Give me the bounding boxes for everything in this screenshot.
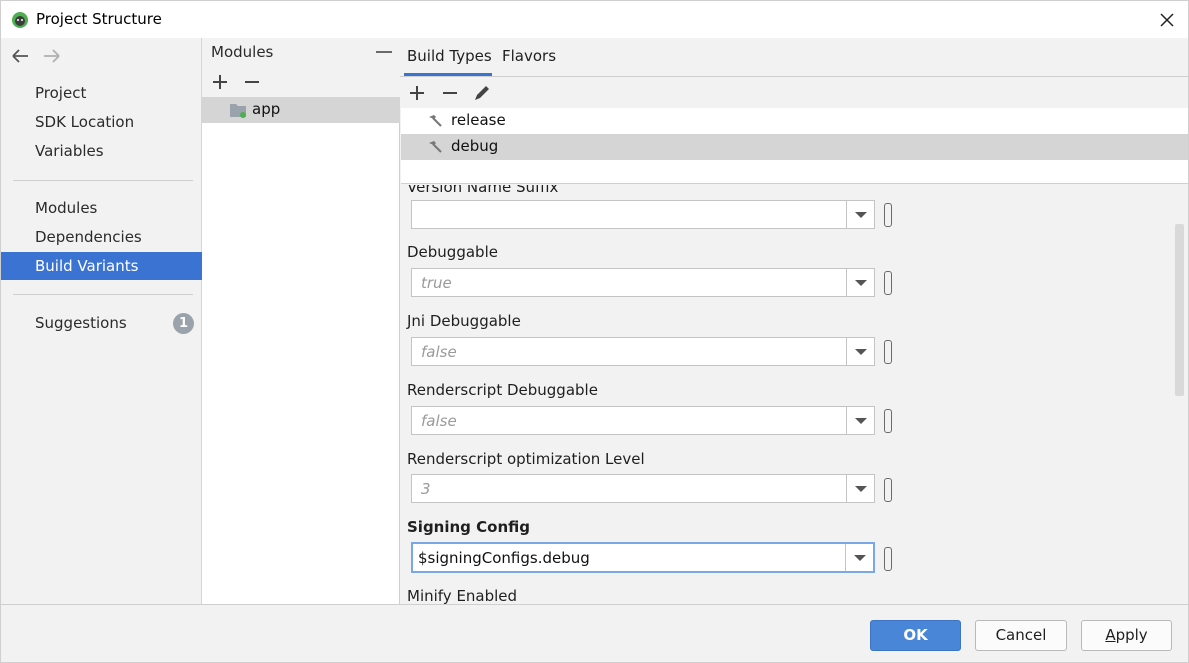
field-label-debuggable: Debuggable — [407, 243, 498, 261]
jni-debuggable-combo[interactable]: false — [411, 337, 875, 366]
remove-icon[interactable] — [241, 71, 263, 93]
field-label-renderscript-debuggable: Renderscript Debuggable — [407, 381, 598, 399]
debuggable-combo[interactable]: true — [411, 268, 875, 297]
dropdown-arrow-icon[interactable] — [845, 544, 873, 571]
suggestions-count-badge: 1 — [173, 313, 194, 334]
hammer-icon — [429, 115, 442, 127]
properties-scrollbar[interactable] — [1175, 224, 1184, 396]
dropdown-arrow-icon[interactable] — [846, 407, 874, 434]
android-studio-icon — [12, 12, 28, 28]
add-icon[interactable] — [406, 82, 428, 104]
build-type-properties: Version Name Suffix Debuggable true Jni … — [401, 185, 1174, 604]
build-type-label: debug — [451, 137, 499, 155]
variable-ref-button[interactable] — [884, 340, 892, 364]
window-title: Project Structure — [36, 10, 162, 28]
settings-nav: Project SDK Location Variables Modules D… — [0, 38, 202, 604]
field-label-jni-debuggable: Jni Debuggable — [407, 312, 521, 330]
hammer-icon — [429, 141, 442, 153]
signing-config-combo[interactable]: $signingConfigs.debug — [411, 542, 875, 573]
modules-toolbar — [202, 67, 400, 97]
dropdown-arrow-icon[interactable] — [846, 201, 874, 228]
nav-item-suggestions[interactable]: Suggestions 1 — [1, 309, 202, 337]
renderscript-optimization-level-combo[interactable]: 3 — [411, 474, 875, 503]
field-label-minify-enabled: Minify Enabled — [407, 587, 518, 604]
variable-ref-button[interactable] — [884, 478, 892, 502]
variable-ref-button[interactable] — [884, 271, 892, 295]
build-type-debug[interactable]: debug — [401, 134, 1188, 160]
apply-button[interactable]: Apply — [1081, 620, 1172, 651]
build-types-list: release debug — [401, 108, 1188, 184]
nav-item-build-variants[interactable]: Build Variants — [1, 252, 202, 280]
edit-pencil-icon[interactable] — [471, 82, 493, 104]
variable-ref-button[interactable] — [884, 409, 892, 433]
cancel-button[interactable]: Cancel — [975, 620, 1067, 651]
add-icon[interactable] — [209, 71, 231, 93]
combo-value: false — [421, 343, 457, 361]
apply-mnemonic: A — [1105, 626, 1116, 644]
dropdown-arrow-icon[interactable] — [846, 475, 874, 502]
back-arrow-icon[interactable] — [9, 46, 31, 66]
nav-item-modules[interactable]: Modules — [1, 194, 202, 222]
nav-item-sdk-location[interactable]: SDK Location — [1, 108, 202, 136]
remove-icon[interactable] — [439, 82, 461, 104]
dropdown-arrow-icon[interactable] — [846, 269, 874, 296]
version-name-suffix-combo[interactable] — [411, 200, 875, 229]
dialog-footer: OK Cancel Apply — [0, 604, 1189, 663]
variable-ref-button[interactable] — [884, 547, 892, 571]
nav-divider — [13, 294, 193, 295]
field-label-signing-config: Signing Config — [407, 518, 530, 536]
nav-item-dependencies[interactable]: Dependencies — [1, 223, 202, 251]
nav-divider — [13, 180, 193, 181]
modules-title: Modules — [211, 43, 274, 61]
close-icon[interactable] — [1154, 7, 1180, 33]
build-types-panel: Build Types Flavors release debug Versio… — [400, 38, 1189, 604]
field-label-version-name-suffix: Version Name Suffix — [407, 185, 559, 196]
nav-item-project[interactable]: Project — [1, 79, 202, 107]
combo-value: $signingConfigs.debug — [418, 549, 590, 567]
renderscript-debuggable-combo[interactable]: false — [411, 406, 875, 435]
active-tab-indicator — [404, 73, 492, 76]
build-type-release[interactable]: release — [401, 108, 1188, 134]
module-label: app — [252, 100, 281, 118]
module-item-app[interactable]: app — [202, 97, 400, 123]
build-type-label: release — [451, 111, 506, 129]
field-label-renderscript-optimization-level: Renderscript optimization Level — [407, 450, 645, 468]
tab-bar: Build Types Flavors — [400, 38, 1188, 77]
history-nav — [9, 46, 69, 66]
combo-value: false — [421, 412, 457, 430]
modules-header: Modules — [202, 38, 400, 67]
tab-build-types[interactable]: Build Types — [407, 47, 492, 65]
ok-button[interactable]: OK — [870, 620, 961, 651]
variable-ref-button[interactable] — [884, 203, 892, 227]
combo-value: 3 — [421, 480, 431, 498]
tab-flavors[interactable]: Flavors — [502, 47, 556, 65]
modules-panel: Modules app — [202, 38, 400, 604]
forward-arrow-icon[interactable] — [41, 46, 63, 66]
collapse-icon[interactable] — [376, 51, 392, 53]
build-types-toolbar — [400, 78, 1188, 108]
nav-item-variables[interactable]: Variables — [1, 137, 202, 165]
nav-item-suggestions-label: Suggestions — [35, 314, 127, 332]
combo-value: true — [421, 274, 452, 292]
title-bar: Project Structure — [0, 0, 1189, 38]
dropdown-arrow-icon[interactable] — [846, 338, 874, 365]
apply-label-rest: pply — [1115, 626, 1148, 644]
module-folder-icon — [230, 104, 246, 118]
